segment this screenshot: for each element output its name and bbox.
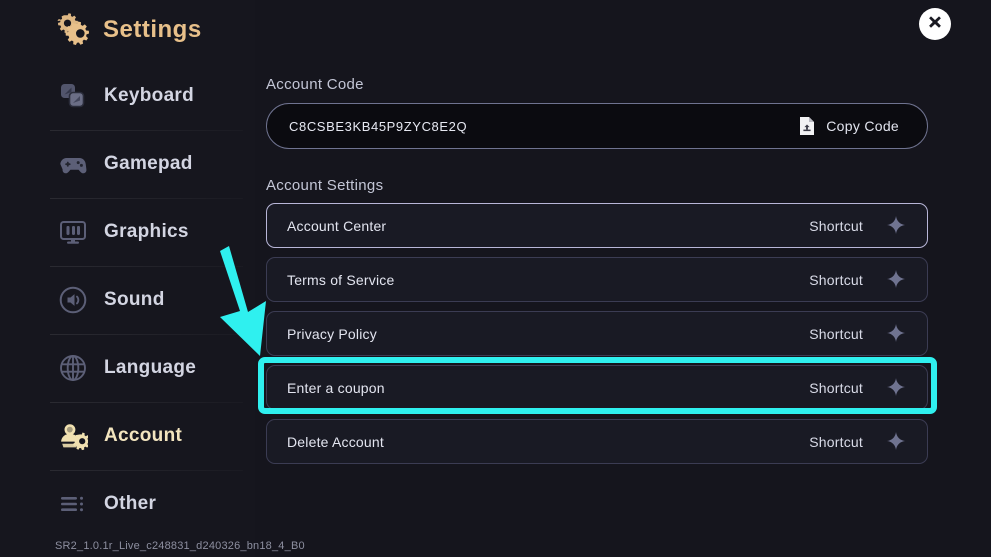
sidebar-item-sound[interactable]: Sound	[0, 266, 255, 334]
row-terms-of-service[interactable]: Terms of Service Shortcut	[266, 257, 928, 302]
row-action-label: Shortcut	[809, 271, 863, 288]
row-action-label: Shortcut	[809, 217, 863, 234]
row-enter-a-coupon[interactable]: Enter a coupon Shortcut	[266, 365, 928, 410]
row-label: Delete Account	[287, 433, 384, 450]
language-icon	[58, 353, 88, 383]
sidebar-item-label: Keyboard	[104, 85, 195, 106]
other-icon	[58, 489, 88, 519]
sparkle-icon	[885, 269, 907, 291]
account-code-field[interactable]: C8CSBE3KB45P9ZYC8E2Q Copy Code	[266, 103, 928, 149]
row-label: Privacy Policy	[287, 325, 377, 342]
account-icon	[58, 421, 90, 451]
sidebar-item-keyboard[interactable]: Keyboard	[0, 62, 255, 130]
sparkle-icon	[885, 215, 907, 237]
sparkle-icon	[885, 431, 907, 453]
account-settings-label: Account Settings	[266, 177, 384, 194]
gamepad-icon	[58, 149, 88, 179]
sparkle-icon	[885, 323, 907, 345]
row-right: Shortcut	[809, 323, 907, 345]
sparkle-icon	[885, 377, 907, 399]
copy-code-button[interactable]: Copy Code	[826, 118, 899, 134]
row-action-label: Shortcut	[809, 379, 863, 396]
sidebar-nav: Keyboard Gamepad Graphics Sound Language…	[0, 62, 255, 538]
sidebar-item-label: Language	[104, 357, 197, 378]
app-title: Settings	[103, 16, 202, 43]
row-delete-account[interactable]: Delete Account Shortcut	[266, 419, 928, 464]
row-right: Shortcut	[809, 215, 907, 237]
copy-document-icon[interactable]	[798, 116, 816, 136]
sidebar-item-graphics[interactable]: Graphics	[0, 198, 255, 266]
row-account-center[interactable]: Account Center Shortcut	[266, 203, 928, 248]
sound-icon	[58, 285, 88, 315]
sidebar-item-label: Account	[104, 425, 183, 446]
account-settings-rows: Account Center Shortcut Terms of Service…	[266, 203, 928, 473]
row-right: Shortcut	[809, 377, 907, 399]
sidebar-item-label: Sound	[104, 289, 165, 310]
row-label: Terms of Service	[287, 271, 395, 288]
row-label: Account Center	[287, 217, 387, 234]
keyboard-icon	[58, 81, 88, 111]
row-action-label: Shortcut	[809, 433, 863, 450]
sidebar-item-gamepad[interactable]: Gamepad	[0, 130, 255, 198]
app-brand: Settings	[55, 8, 202, 52]
sidebar-item-label: Gamepad	[104, 153, 193, 174]
sidebar-item-label: Graphics	[104, 221, 189, 242]
row-action-label: Shortcut	[809, 325, 863, 342]
account-code-label: Account Code	[266, 76, 364, 93]
settings-content: Account Code C8CSBE3KB45P9ZYC8E2Q Copy C…	[266, 0, 966, 557]
row-right: Shortcut	[809, 269, 907, 291]
sidebar-item-account[interactable]: Account	[0, 402, 255, 470]
sidebar: Settings Keyboard Gamepad Graphics Sound…	[0, 0, 305, 557]
account-code-value: C8CSBE3KB45P9ZYC8E2Q	[289, 118, 468, 134]
row-privacy-policy[interactable]: Privacy Policy Shortcut	[266, 311, 928, 356]
settings-gear-icon	[55, 11, 90, 50]
settings-screen: Settings Keyboard Gamepad Graphics Sound…	[0, 0, 991, 557]
row-label: Enter a coupon	[287, 379, 385, 396]
sidebar-item-other[interactable]: Other	[0, 470, 255, 538]
sidebar-item-language[interactable]: Language	[0, 334, 255, 402]
graphics-icon	[58, 217, 88, 247]
sidebar-item-label: Other	[104, 493, 157, 514]
row-right: Shortcut	[809, 431, 907, 453]
